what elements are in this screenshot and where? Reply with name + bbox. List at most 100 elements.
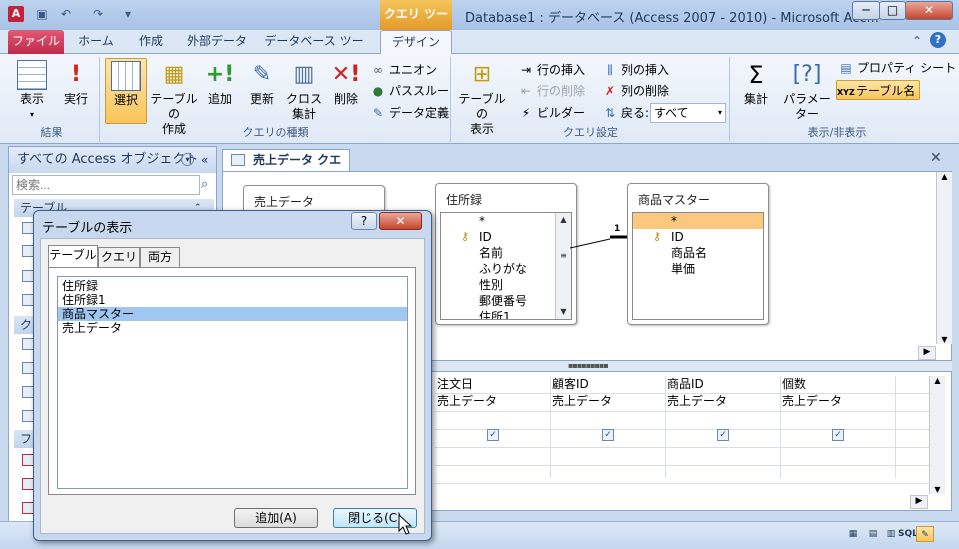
- access-app-icon[interactable]: A: [8, 6, 24, 22]
- crosstab-button[interactable]: ▥ クロス 集計: [284, 58, 324, 124]
- field-item[interactable]: ⚷ ID: [441, 229, 571, 245]
- return-values-select[interactable]: すべて ▾: [650, 103, 726, 123]
- union-button[interactable]: ∞ ユニオン: [370, 60, 437, 80]
- shutter-close-icon[interactable]: «: [201, 147, 208, 173]
- pivot-table-view-icon[interactable]: ▤: [864, 526, 882, 542]
- show-checkbox[interactable]: ✓: [602, 429, 614, 441]
- undo-icon[interactable]: ↶: [58, 6, 74, 22]
- data-definition-button[interactable]: ✎ データ定義: [370, 103, 449, 123]
- nav-menu-chevron-icon[interactable]: ▾: [181, 153, 194, 166]
- table-box-product-master[interactable]: 商品マスター * ⚷ ID 商品名 単価: [627, 183, 769, 325]
- field-item[interactable]: 名前: [441, 245, 571, 261]
- scroll-right-icon[interactable]: ▶: [918, 346, 936, 360]
- insert-columns-button[interactable]: ⫼ 列の挿入: [602, 60, 669, 80]
- grid-column-3[interactable]: 商品ID 売上データ ✓: [665, 376, 781, 478]
- close-window-button[interactable]: ✕: [905, 1, 953, 20]
- list-item-selected[interactable]: 商品マスター: [58, 307, 407, 321]
- grid-sort-cell[interactable]: [780, 410, 896, 427]
- table-names-button[interactable]: XYZテーブル名: [836, 80, 921, 100]
- field-item[interactable]: *: [633, 213, 763, 229]
- product-field-list[interactable]: * ⚷ ID 商品名 単価: [632, 212, 764, 320]
- field-list-scrollbar[interactable]: ▲ ≡ ▼: [555, 213, 571, 319]
- field-item[interactable]: 商品名: [633, 245, 763, 261]
- dialog-tab-tables[interactable]: テーブル: [48, 245, 98, 268]
- scroll-down-icon[interactable]: ▼: [556, 305, 571, 319]
- redo-icon[interactable]: ↷: [90, 6, 106, 22]
- dialog-close-button[interactable]: ✕: [379, 212, 422, 230]
- passthrough-button[interactable]: ● パススルー: [370, 81, 449, 101]
- make-table-button[interactable]: ▦ テーブルの 作成: [148, 58, 200, 136]
- search-icon[interactable]: ⌕: [201, 177, 208, 192]
- property-sheet-button[interactable]: ▤ プロパティ シート: [838, 58, 956, 78]
- field-item[interactable]: 性別: [441, 277, 571, 293]
- grid-field-cell[interactable]: 注文日: [435, 376, 551, 393]
- scroll-down-icon[interactable]: ▼: [930, 485, 945, 494]
- grid-field-cell[interactable]: 商品ID: [665, 376, 781, 393]
- show-checkbox[interactable]: ✓: [487, 429, 499, 441]
- scroll-up-icon[interactable]: ▲: [556, 213, 571, 227]
- list-item[interactable]: 売上データ: [58, 321, 407, 335]
- add-button[interactable]: 追加(A): [234, 508, 318, 528]
- grid-criteria-cell[interactable]: [435, 444, 551, 461]
- builder-button[interactable]: ⚡ ビルダー: [518, 103, 585, 123]
- grid-sort-cell[interactable]: [435, 410, 551, 427]
- field-item[interactable]: 郵便番号: [441, 293, 571, 309]
- scroll-thumb[interactable]: ≡: [556, 249, 571, 263]
- design-vertical-scrollbar[interactable]: ▲ ▼: [936, 172, 952, 344]
- delete-columns-button[interactable]: ✗ 列の削除: [602, 81, 669, 101]
- dialog-tab-both[interactable]: 両方: [140, 247, 180, 267]
- save-icon[interactable]: ▣: [34, 6, 50, 22]
- document-tab[interactable]: 売上データ クエリ: [222, 149, 350, 187]
- delete-query-button[interactable]: ✕! 削除: [328, 58, 364, 124]
- grid-field-cell[interactable]: 顧客ID: [550, 376, 666, 393]
- dialog-help-button[interactable]: ?: [351, 212, 377, 230]
- delete-rows-button[interactable]: ⇤ 行の削除: [518, 81, 585, 101]
- help-icon[interactable]: ?: [930, 32, 946, 48]
- show-table-button[interactable]: ⊞ テーブルの 表示: [455, 58, 509, 136]
- sql-view-icon[interactable]: SQL: [898, 526, 918, 542]
- tab-database-tools[interactable]: データベース ツール: [264, 30, 364, 70]
- tab-home[interactable]: ホーム: [76, 30, 116, 54]
- grid-column-2[interactable]: 顧客ID 売上データ ✓: [550, 376, 666, 478]
- minimize-button[interactable]: ─: [852, 1, 880, 20]
- close-document-icon[interactable]: ✕: [930, 150, 942, 166]
- update-button[interactable]: ✎ 更新: [242, 58, 282, 124]
- nav-search-input[interactable]: [12, 175, 200, 195]
- grid-criteria-cell[interactable]: [550, 444, 666, 461]
- grid-column-1[interactable]: 注文日 売上データ ✓: [435, 376, 551, 478]
- grid-table-cell[interactable]: 売上データ: [550, 393, 666, 410]
- customize-qat-icon[interactable]: ▾: [120, 6, 136, 22]
- list-item[interactable]: 住所録1: [58, 293, 407, 307]
- address-field-list[interactable]: * ⚷ ID 名前 ふりがな 性別 郵便番号 住所1 ▲ ≡ ▼: [440, 212, 572, 320]
- append-button[interactable]: +! 追加: [202, 58, 238, 124]
- maximize-button[interactable]: □: [879, 1, 906, 20]
- run-button[interactable]: ! 実行: [56, 58, 96, 124]
- grid-criteria-cell[interactable]: [780, 444, 896, 461]
- tab-create[interactable]: 作成: [132, 30, 170, 54]
- field-item[interactable]: 住所1: [441, 309, 571, 319]
- table-list[interactable]: 住所録 住所録1 商品マスター 売上データ: [57, 276, 408, 489]
- grid-table-cell[interactable]: 売上データ: [665, 393, 781, 410]
- grid-or-cell[interactable]: [435, 461, 551, 478]
- design-view-icon[interactable]: ✎: [916, 526, 934, 542]
- grid-sort-cell[interactable]: [665, 410, 781, 427]
- tab-external-data[interactable]: 外部データ: [186, 30, 248, 54]
- relationship-line[interactable]: 1: [569, 224, 630, 254]
- totals-button[interactable]: Σ 集計: [736, 58, 776, 124]
- show-checkbox[interactable]: ✓: [832, 429, 844, 441]
- dialog-tab-queries[interactable]: クエリ: [98, 247, 140, 267]
- grid-column-4[interactable]: 個数 売上データ ✓: [780, 376, 896, 478]
- grid-criteria-cell[interactable]: [665, 444, 781, 461]
- nav-pane-header[interactable]: すべての Access オブジェクト ▾ «: [9, 147, 216, 173]
- scroll-up-icon[interactable]: ▲: [930, 376, 945, 385]
- grid-sort-cell[interactable]: [550, 410, 666, 427]
- grid-vertical-scrollbar[interactable]: ▲ ▼: [929, 376, 945, 494]
- grid-field-cell[interactable]: 個数: [780, 376, 896, 393]
- parameters-button[interactable]: [?] パラメーター: [778, 58, 836, 124]
- field-item[interactable]: *: [441, 213, 571, 229]
- grid-table-cell[interactable]: 売上データ: [435, 393, 551, 410]
- field-item[interactable]: ⚷ ID: [633, 229, 763, 245]
- minimize-ribbon-icon[interactable]: ⌃: [912, 34, 922, 48]
- grid-table-cell[interactable]: 売上データ: [780, 393, 896, 410]
- view-button[interactable]: 表示 ▾: [10, 58, 54, 124]
